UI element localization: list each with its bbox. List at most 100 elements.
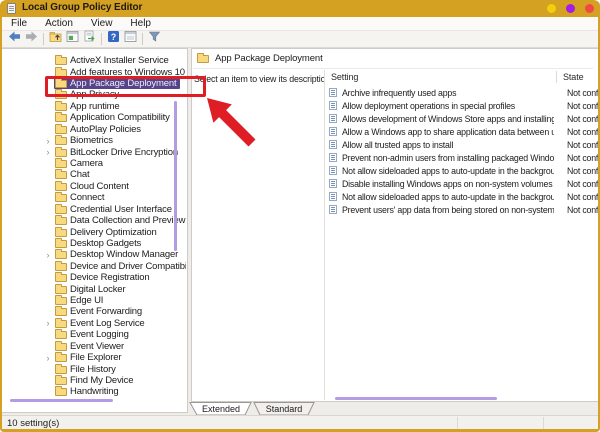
setting-name: Disable installing Windows apps on non-s… — [342, 179, 554, 189]
tree-item-cloud-content[interactable]: Cloud Content — [2, 181, 186, 192]
tree-item-biometrics[interactable]: ›Biometrics — [2, 135, 186, 146]
tree-item-label: Find My Device — [70, 375, 133, 386]
status-bar: 10 setting(s) — [2, 415, 598, 429]
toolbar-up-one-level-button[interactable] — [47, 32, 64, 47]
folder-icon — [55, 343, 67, 351]
tree-item-edge-ui[interactable]: Edge UI — [2, 295, 186, 306]
tree-item-label: Device and Driver Compatibility — [70, 261, 186, 272]
folder-icon — [55, 388, 67, 396]
setting-row[interactable]: Allow a Windows app to share application… — [329, 125, 598, 138]
tree-item-event-viewer[interactable]: Event Viewer — [2, 341, 186, 352]
menu-file[interactable]: File — [2, 18, 36, 29]
description-text: Select an item to view its description. — [194, 74, 324, 84]
maximize-button[interactable] — [566, 4, 575, 13]
setting-name: Not allow sideloaded apps to auto-update… — [342, 166, 554, 176]
tree-item-device-registration[interactable]: Device Registration — [2, 272, 186, 283]
chevron-right-icon[interactable]: › — [42, 318, 54, 328]
tree-item-activex-installer-service[interactable]: ActiveX Installer Service — [2, 55, 186, 66]
column-header-setting[interactable]: Setting — [331, 72, 358, 82]
tree-item-bitlocker-drive-encryption[interactable]: ›BitLocker Drive Encryption — [2, 146, 186, 157]
tree-item-label: Data Collection and Preview Builds — [70, 215, 186, 226]
setting-row[interactable]: Prevent users' app data from being store… — [329, 203, 598, 216]
toolbar-separator — [101, 33, 102, 45]
menu-action[interactable]: Action — [36, 18, 82, 29]
chevron-right-icon[interactable]: › — [42, 147, 54, 157]
tree-item-event-logging[interactable]: Event Logging — [2, 329, 186, 340]
minimize-button[interactable] — [547, 4, 556, 13]
toolbar-export-list-button[interactable] — [81, 32, 98, 47]
setting-state: Not configured — [567, 192, 600, 202]
menu-help[interactable]: Help — [121, 18, 160, 29]
toolbar-forward-button[interactable] — [23, 32, 40, 47]
tree-item-file-history[interactable]: File History — [2, 363, 186, 374]
setting-state: Not configured — [567, 88, 600, 98]
tree-item-camera[interactable]: Camera — [2, 158, 186, 169]
tree-item-find-my-device[interactable]: Find My Device — [2, 375, 186, 386]
toolbar-show-console-tree-button[interactable] — [64, 32, 81, 47]
folder-icon — [55, 183, 67, 191]
tree-item-content: File History — [54, 364, 119, 375]
chevron-right-icon[interactable]: › — [42, 353, 54, 363]
tree-item-desktop-window-manager[interactable]: ›Desktop Window Manager — [2, 249, 186, 260]
tree-item-content: ActiveX Installer Service — [54, 55, 172, 66]
tree-item-content: Desktop Gadgets — [54, 238, 144, 249]
tree-item-label: File History — [70, 364, 116, 375]
tree-item-connect[interactable]: Connect — [2, 192, 186, 203]
tree-item-file-explorer[interactable]: ›File Explorer — [2, 352, 186, 363]
tree-vertical-scrollbar[interactable] — [174, 101, 177, 251]
setting-row[interactable]: Not allow sideloaded apps to auto-update… — [329, 164, 598, 177]
tree-item-app-runtime[interactable]: App runtime — [2, 101, 186, 112]
setting-state: Not configured — [567, 179, 600, 189]
tree-item-chat[interactable]: Chat — [2, 169, 186, 180]
tree-item-autoplay-policies[interactable]: AutoPlay Policies — [2, 124, 186, 135]
column-separator[interactable] — [556, 71, 557, 83]
toolbar-new-window-button[interactable] — [122, 32, 139, 47]
tree-item-handwriting[interactable]: Handwriting — [2, 386, 186, 397]
tree-item-delivery-optimization[interactable]: Delivery Optimization — [2, 226, 186, 237]
chevron-right-icon[interactable]: › — [42, 250, 54, 260]
setting-row[interactable]: Allow deployment operations in special p… — [329, 99, 598, 112]
setting-row[interactable]: Not allow sideloaded apps to auto-update… — [329, 190, 598, 203]
setting-row[interactable]: Allows development of Windows Store apps… — [329, 112, 598, 125]
toolbar-back-button[interactable] — [6, 32, 23, 47]
tree-item-data-collection-and-preview-builds[interactable]: Data Collection and Preview Builds — [2, 215, 186, 226]
up-one-level-icon — [49, 30, 62, 48]
tree-item-credential-user-interface[interactable]: Credential User Interface — [2, 203, 186, 214]
tree-item-content: Digital Locker — [54, 284, 128, 295]
setting-row[interactable]: Allow all trusted apps to installNot con… — [329, 138, 598, 151]
tab-standard-label[interactable]: Standard — [266, 404, 303, 414]
tree-item-label: Event Forwarding — [70, 306, 142, 317]
folder-icon — [55, 57, 67, 65]
tree-item-event-forwarding[interactable]: Event Forwarding — [2, 306, 186, 317]
tree-item-label: Digital Locker — [70, 284, 125, 295]
policy-setting-icon — [329, 153, 337, 162]
folder-icon — [55, 320, 67, 328]
chevron-right-icon[interactable]: › — [42, 136, 54, 146]
folder-icon — [55, 229, 67, 237]
column-header-state[interactable]: State — [563, 72, 584, 82]
tree-item-desktop-gadgets[interactable]: Desktop Gadgets — [2, 238, 186, 249]
close-button[interactable] — [585, 4, 594, 13]
tree-item-device-and-driver-compatibility[interactable]: Device and Driver Compatibility — [2, 261, 186, 272]
tree-item-application-compatibility[interactable]: Application Compatibility — [2, 112, 186, 123]
tree-item-content: Connect — [54, 192, 107, 203]
tree-item-content: Event Viewer — [54, 341, 127, 352]
tab-extended-label[interactable]: Extended — [202, 404, 240, 414]
toolbar-filter-button[interactable] — [146, 32, 163, 47]
toolbar-help-button[interactable]: ? — [105, 32, 122, 47]
folder-icon — [55, 263, 67, 271]
window-title: Local Group Policy Editor — [22, 2, 142, 13]
menu-view[interactable]: View — [82, 18, 122, 29]
tree-item-digital-locker[interactable]: Digital Locker — [2, 283, 186, 294]
tree-item-content: Biometrics — [54, 135, 116, 146]
setting-row[interactable]: Archive infrequently used appsNot config… — [329, 86, 598, 99]
setting-row[interactable]: Prevent non-admin users from installing … — [329, 151, 598, 164]
tree-item-event-log-service[interactable]: ›Event Log Service — [2, 318, 186, 329]
header-divider — [193, 68, 593, 69]
setting-state: Not configured — [567, 114, 600, 124]
tree-horizontal-scrollbar[interactable] — [10, 399, 113, 402]
list-horizontal-scrollbar[interactable] — [335, 397, 497, 400]
setting-row[interactable]: Disable installing Windows apps on non-s… — [329, 177, 598, 190]
tree-item-content: Application Compatibility — [54, 112, 173, 123]
tree-item-content: Credential User Interface — [54, 204, 175, 215]
